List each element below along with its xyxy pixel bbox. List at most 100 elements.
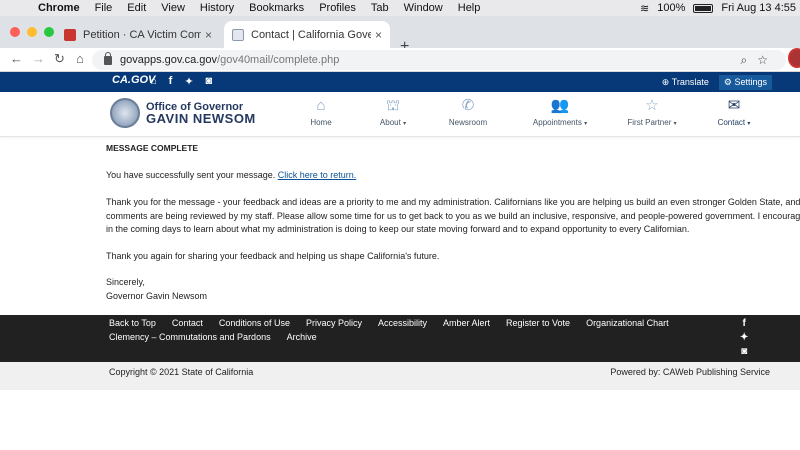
nav-about[interactable]: ⛫ About ▾ [353,96,433,127]
message-complete-content: MESSAGE COMPLETE You have successfully s… [106,142,800,303]
twitter-icon[interactable]: ✦ [184,75,193,88]
page-title: MESSAGE COMPLETE [106,143,199,153]
menu-bookmarks[interactable]: Bookmarks [249,2,304,14]
forward-arrow-icon[interactable]: → [32,51,45,66]
nav-home[interactable]: ⌂ Home [281,96,361,127]
footer-link-org-chart[interactable]: Organizational Chart [586,318,669,328]
menu-edit[interactable]: Edit [127,2,146,14]
nav-contact[interactable]: ✉ Contact ▾ [694,96,774,127]
menu-tab[interactable]: Tab [371,2,389,14]
signature: Governor Gavin Newsom [106,290,208,301]
nav-newsroom[interactable]: ✆ Newsroom [428,96,508,127]
home-icon[interactable]: ⌂ [76,51,84,66]
menu-window[interactable]: Window [404,2,443,14]
address-bar[interactable]: govapps.gov.ca.gov/gov40mail/complete.ph… [92,50,786,70]
star-icon: ☆ [645,97,659,114]
footer-link-clemency[interactable]: Clemency – Commutations and Pardons [109,332,271,342]
caret-down-icon: ▾ [584,121,588,127]
nav-label: Contact [717,118,746,127]
battery-icon[interactable] [693,3,714,13]
copyright-bar: Copyright © 2021 State of California Pow… [0,362,800,390]
megaphone-icon: ✆ [461,97,475,114]
instagram-icon[interactable]: ◙ [206,75,213,88]
profile-avatar[interactable] [788,48,800,68]
footer-links-row-2: Clemency – Commutations and Pardons Arch… [109,332,317,342]
reload-icon[interactable]: ↻ [54,51,65,67]
state-seal-icon[interactable] [110,98,140,128]
menu-profiles[interactable]: Profiles [319,2,356,14]
omnibox-actions: ⌕ ☆ [741,53,769,68]
thanks-again-paragraph: Thank you again for sharing your feedbac… [106,250,440,261]
bookmark-star-icon[interactable]: ☆ [757,53,768,68]
return-link[interactable]: Click here to return. [278,170,357,180]
close-window-button[interactable] [10,27,20,37]
nav-label: Home [310,118,332,127]
paragraph-line: Thank you for the message - your feedbac… [106,197,800,207]
closing: Sincerely, [106,277,145,287]
house-icon: ⌂ [316,97,326,114]
translate-button[interactable]: ⊕ Translate [662,77,709,88]
petition-favicon-icon [64,28,76,41]
close-tab-icon[interactable]: × [205,28,212,42]
menu-file[interactable]: File [95,2,113,14]
footer-social-links: f ✦ ◙ [740,318,748,357]
url-path: /gov40mail/complete.php [217,54,340,66]
menu-clock[interactable]: Fri Aug 13 4:55 [721,2,796,14]
paragraph-line: in the coming days to learn about what m… [106,224,690,234]
close-tab-icon[interactable]: × [375,28,382,42]
caret-down-icon: ▾ [403,121,407,127]
zoom-window-button[interactable] [44,27,54,37]
gear-icon: ⚙ [723,77,732,87]
zoom-search-icon[interactable]: ⌕ [741,53,748,68]
window-controls [10,27,54,37]
menu-view[interactable]: View [161,2,185,14]
translate-label: Translate [671,77,709,87]
copyright-text: Copyright © 2021 State of California [109,367,254,377]
menu-help[interactable]: Help [458,2,481,14]
browser-toolbar: ← → ↻ ⌂ govapps.gov.ca.gov/gov40mail/com… [0,48,800,72]
nav-label: Appointments [532,118,582,127]
browser-tab-strip: Petition · CA Victim Compensa × Contact … [0,16,800,55]
footer-link-conditions[interactable]: Conditions of Use [219,318,290,328]
facebook-icon[interactable]: f [743,318,746,329]
footer-link-privacy[interactable]: Privacy Policy [306,318,362,328]
wifi-icon[interactable]: ≋ [640,2,649,15]
sent-confirmation: You have successfully sent your message.… [106,169,800,183]
utility-header: CA.GOV ⌂ f ✦ ◙ ⊕ Translate ⚙ Settings [0,72,800,92]
lock-icon[interactable] [104,51,112,65]
menu-status-area: ≋ 100% Fri Aug 13 4:55 [640,0,796,16]
capitol-icon: ⛫ [386,97,400,114]
utility-social-links: ⌂ f ✦ ◙ [150,75,212,88]
tab-title: Petition · CA Victim Compensa [83,28,201,41]
minimize-window-button[interactable] [27,27,37,37]
home-icon[interactable]: ⌂ [150,75,157,88]
settings-label: Settings [734,77,767,87]
footer-link-contact[interactable]: Contact [172,318,203,328]
facebook-icon[interactable]: f [169,75,173,88]
instagram-icon[interactable]: ◙ [741,346,747,357]
footer-link-accessibility[interactable]: Accessibility [378,318,427,328]
footer-links-row-1: Back to Top Contact Conditions of Use Pr… [109,318,669,328]
globe-icon: ⊕ [661,77,670,87]
menu-chrome[interactable]: Chrome [38,2,80,14]
footer-link-archive[interactable]: Archive [287,332,317,342]
bear-favicon-icon [232,28,244,41]
settings-button[interactable]: ⚙ Settings [718,75,772,90]
menu-history[interactable]: History [200,2,234,14]
footer-link-amber-alert[interactable]: Amber Alert [443,318,490,328]
people-icon: 👥 [550,97,570,114]
tab-petition[interactable]: Petition · CA Victim Compensa × [56,21,220,48]
paragraph-line: comments are being reviewed by my staff.… [106,210,800,221]
cagov-logo[interactable]: CA.GOV [112,74,155,86]
footer-link-back-to-top[interactable]: Back to Top [109,318,156,328]
tab-contact[interactable]: Contact | California Governor × [224,21,390,48]
macos-menu-bar: Chrome File Edit View History Bookmarks … [0,0,800,16]
caret-down-icon: ▾ [747,121,751,127]
nav-appointments[interactable]: 👥 Appointments ▾ [520,96,600,127]
back-arrow-icon[interactable]: ← [10,51,23,66]
nav-label: First Partner [627,118,672,127]
twitter-icon[interactable]: ✦ [740,332,748,343]
footer-link-register-to-vote[interactable]: Register to Vote [506,318,570,328]
governor-brand[interactable]: Office of Governor GAVIN NEWSOM [146,101,256,125]
nav-first-partner[interactable]: ☆ First Partner ▾ [612,96,692,127]
